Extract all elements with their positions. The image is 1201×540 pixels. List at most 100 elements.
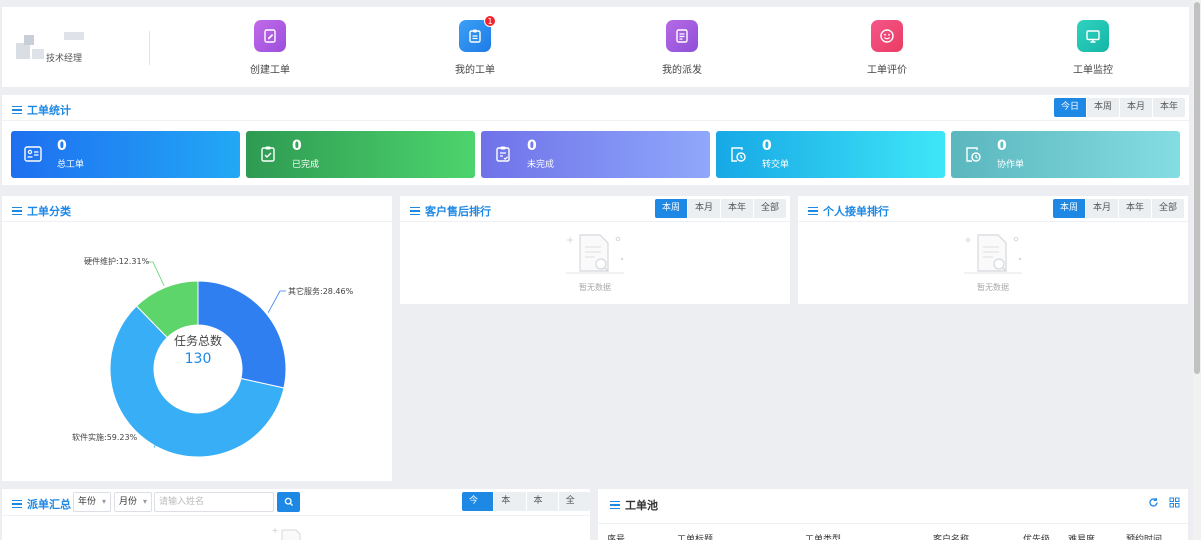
- stat-value: 0: [57, 138, 67, 154]
- ticket-stats-panel: 工单统计 今日 本周 本月 本年 0 总工单 0 已完成 0 未完成 0 转交单…: [2, 95, 1189, 185]
- clock-doc-icon: [728, 144, 748, 164]
- section-title: 客户售后排行: [410, 203, 491, 219]
- edit-icon: [254, 20, 286, 52]
- column-header[interactable]: 预约时间: [1126, 532, 1162, 540]
- stat-card-transfer[interactable]: 0 转交单: [716, 131, 945, 178]
- stat-label: 总工单: [57, 160, 85, 170]
- slice-label-other: 其它服务:28.46%: [288, 287, 354, 296]
- section-title: 派单汇总: [12, 496, 71, 512]
- nav-label: 我的派发: [662, 65, 702, 76]
- user-info[interactable]: 技术经理: [12, 29, 142, 69]
- stat-card-incomplete[interactable]: 0 未完成: [481, 131, 710, 178]
- nav-create-ticket[interactable]: 创建工单: [220, 20, 320, 76]
- empty-document-icon: [272, 528, 301, 540]
- chevron-down-icon: ▾: [101, 497, 106, 506]
- range-month[interactable]: 本月: [686, 199, 720, 218]
- section-title: 工单统计: [12, 102, 71, 118]
- month-select[interactable]: 月份 ▾: [114, 492, 152, 512]
- refresh-icon[interactable]: [1148, 497, 1159, 508]
- nav-ticket-monitor[interactable]: 工单监控: [1043, 20, 1143, 76]
- nav-label: 工单监控: [1073, 65, 1113, 76]
- user-role: 技术经理: [46, 54, 83, 64]
- chevron-down-icon: ▾: [142, 497, 147, 506]
- customer-rank-panel: 客户售后排行 本周 本月 本年 全部 暂无数据: [400, 196, 790, 304]
- section-header: 派单汇总 年份▾ 月份▾ 今日 本周 本月 全部: [2, 489, 590, 515]
- ticket-pool-panel: 工单池 序号 工单标题 工单类型 客户名称 优先级 难易度 预约时间: [598, 489, 1188, 540]
- divider: [149, 31, 150, 65]
- slice-label-hardware: 硬件维护:12.31%: [84, 257, 150, 266]
- search-icon: [284, 497, 293, 507]
- column-header[interactable]: 工单标题: [677, 532, 713, 540]
- range-all[interactable]: 全部: [557, 492, 590, 511]
- clock-doc-icon: [963, 144, 983, 164]
- pool-toolbar: [1148, 497, 1180, 508]
- section-header: 客户售后排行 本周 本月 本年 全部: [400, 196, 790, 222]
- dispatch-icon: [666, 20, 698, 52]
- top-nav-panel: 技术经理 创建工单 1 我的工单 我的派发 工单评价 工单监控: [2, 7, 1189, 87]
- range-today[interactable]: 今日: [462, 492, 494, 511]
- stat-label: 未完成: [527, 160, 555, 170]
- stat-value: 0: [527, 138, 537, 154]
- empty-document-icon: [566, 234, 624, 274]
- range-year[interactable]: 本年: [1151, 98, 1185, 117]
- section-header: 个人接单排行 本周 本月 本年 全部: [798, 196, 1188, 222]
- range-month[interactable]: 本月: [525, 492, 558, 511]
- leader-line-0: [267, 290, 286, 313]
- name-search-input[interactable]: [154, 492, 274, 512]
- monitor-icon: [1077, 20, 1109, 52]
- range-week[interactable]: 本周: [493, 492, 526, 511]
- section-header: 工单统计 今日 本周 本月 本年: [2, 95, 1189, 121]
- range-year[interactable]: 本年: [1117, 199, 1151, 218]
- table-header: 序号 工单标题 工单类型 客户名称 优先级 难易度 预约时间: [598, 523, 1188, 540]
- stat-value: 0: [762, 138, 772, 154]
- leader-line-2: [147, 261, 165, 286]
- empty-text: 暂无数据: [977, 283, 1009, 292]
- year-select[interactable]: 年份 ▾: [73, 492, 111, 512]
- column-header[interactable]: 难易度: [1068, 532, 1095, 540]
- column-header[interactable]: 序号: [607, 532, 625, 540]
- column-header[interactable]: 客户名称: [933, 532, 969, 540]
- scrollbar-thumb[interactable]: [1194, 2, 1200, 374]
- nav-ticket-review[interactable]: 工单评价: [837, 20, 937, 76]
- menu-icon: [12, 104, 22, 117]
- range-week[interactable]: 本周: [1085, 98, 1119, 117]
- stat-card-total[interactable]: 0 总工单: [11, 131, 240, 178]
- menu-icon: [808, 205, 818, 218]
- section-title: 工单池: [610, 497, 658, 513]
- stat-label: 转交单: [762, 160, 790, 170]
- search-button[interactable]: [277, 492, 300, 512]
- column-header[interactable]: 优先级: [1023, 532, 1050, 540]
- smile-icon: [871, 20, 903, 52]
- id-card-icon: [23, 144, 43, 164]
- empty-state: 暂无数据: [798, 229, 1188, 293]
- range-toggle: 今日 本周 本月 本年: [1053, 98, 1185, 117]
- range-all[interactable]: 全部: [752, 199, 786, 218]
- menu-icon: [12, 205, 22, 218]
- nav-my-tickets[interactable]: 1 我的工单: [425, 15, 525, 76]
- divider: [2, 515, 590, 516]
- donut-center-title: 任务总数: [173, 334, 222, 348]
- menu-icon: [12, 498, 22, 511]
- range-toggle: 本周 本月 本年 全部: [1052, 199, 1184, 218]
- range-toggle: 今日 本周 本月 全部: [462, 492, 590, 511]
- grid-icon[interactable]: [1169, 497, 1180, 508]
- dispatch-summary-panel: 派单汇总 年份▾ 月份▾ 今日 本周 本月 全部: [2, 489, 590, 540]
- clipboard-check-icon: [258, 144, 278, 164]
- stat-card-collab[interactable]: 0 协作单: [951, 131, 1180, 178]
- range-today[interactable]: 今日: [1053, 98, 1086, 117]
- stat-card-completed[interactable]: 0 已完成: [246, 131, 475, 178]
- range-week[interactable]: 本周: [654, 199, 687, 218]
- stat-value: 0: [997, 138, 1007, 154]
- range-month[interactable]: 本月: [1118, 98, 1152, 117]
- range-year[interactable]: 本年: [719, 199, 753, 218]
- range-month[interactable]: 本月: [1084, 199, 1118, 218]
- nav-my-dispatch[interactable]: 我的派发: [632, 20, 732, 76]
- column-header[interactable]: 工单类型: [805, 532, 841, 540]
- stat-value: 0: [292, 138, 302, 154]
- ticket-category-panel: 工单分类 任务总数 130 其它服务:28.46% 软件实施:59.23% 硬件…: [2, 196, 392, 481]
- nav-label: 我的工单: [455, 65, 495, 76]
- range-all[interactable]: 全部: [1150, 199, 1184, 218]
- range-week[interactable]: 本周: [1052, 199, 1085, 218]
- section-title: 个人接单排行: [808, 203, 889, 219]
- menu-icon: [410, 205, 420, 218]
